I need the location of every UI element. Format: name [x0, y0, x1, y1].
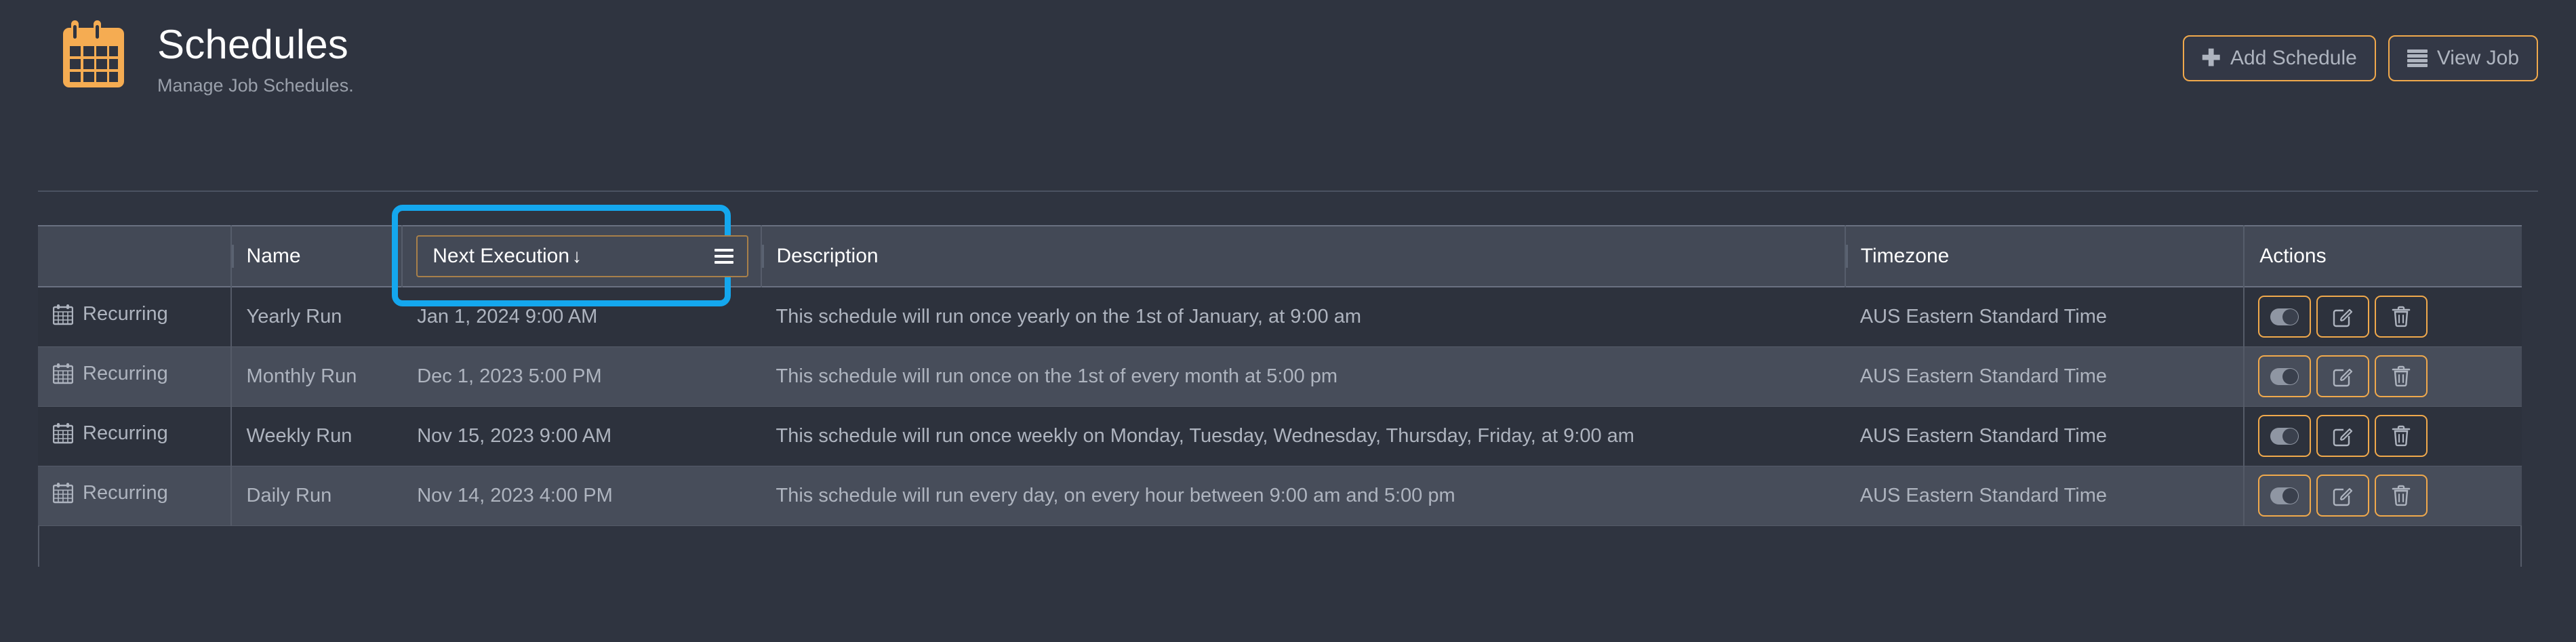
calendar-icon — [54, 19, 133, 98]
trash-icon — [2392, 485, 2411, 506]
schedules-table: Name Next Execution ↓ Description Timezo… — [38, 205, 2522, 526]
page-title: Schedules — [157, 22, 348, 67]
sort-descending-arrow-icon[interactable]: ↓ — [572, 245, 582, 267]
column-header-description[interactable]: Description — [761, 226, 1846, 287]
delete-schedule-button[interactable] — [2375, 296, 2428, 338]
calendar-icon — [53, 363, 73, 384]
column-header-timezone[interactable]: Timezone — [1845, 226, 2245, 287]
cell-name: Weekly Run — [246, 424, 353, 447]
next-execution-sort-control[interactable]: Next Execution ↓ — [416, 235, 748, 277]
cell-name: Yearly Run — [246, 305, 342, 327]
table-row[interactable]: Recurring Yearly Run Jan 1, 2024 9:00 AM… — [38, 287, 2522, 346]
page-subtitle: Manage Job Schedules. — [157, 75, 354, 96]
add-schedule-button[interactable]: ✚ Add Schedule — [2182, 35, 2376, 81]
cell-next-execution: Nov 15, 2023 9:00 AM — [417, 424, 612, 447]
column-header-name[interactable]: Name — [230, 226, 403, 287]
delete-schedule-button[interactable] — [2375, 355, 2428, 397]
edit-schedule-button[interactable] — [2316, 296, 2370, 338]
cell-name: Monthly Run — [246, 365, 357, 387]
toggle-switch-icon — [2270, 308, 2299, 325]
cell-type-label: Recurring — [83, 362, 168, 384]
toggle-switch-icon — [2270, 427, 2299, 445]
calendar-icon — [53, 304, 73, 325]
edit-schedule-button[interactable] — [2316, 355, 2370, 397]
cell-description: This schedule will run once on the 1st o… — [776, 365, 1338, 387]
hamburger-menu-icon[interactable] — [714, 249, 733, 264]
edit-pencil-icon — [2333, 368, 2353, 387]
edit-schedule-button[interactable] — [2316, 415, 2370, 457]
edit-pencil-icon — [2333, 428, 2353, 447]
cell-description: This schedule will run every day, on eve… — [776, 484, 1455, 506]
view-job-button[interactable]: View Job — [2388, 35, 2538, 81]
trash-icon — [2392, 306, 2411, 327]
column-separator — [1845, 245, 1848, 268]
column-separator — [761, 245, 764, 268]
toggle-enabled-button[interactable] — [2258, 296, 2312, 338]
cell-type-label: Recurring — [83, 422, 168, 444]
cell-type: Recurring — [38, 287, 232, 346]
title-block: Schedules Manage Job Schedules. — [38, 0, 354, 98]
delete-schedule-button[interactable] — [2375, 475, 2428, 517]
table-row[interactable]: Recurring Weekly Run Nov 15, 2023 9:00 A… — [38, 406, 2522, 466]
calendar-icon — [53, 422, 73, 444]
cell-actions — [2244, 406, 2522, 466]
schedules-table-container: Name Next Execution ↓ Description Timezo… — [38, 205, 2522, 567]
cell-type: Recurring — [38, 346, 232, 406]
table-header-row: Name Next Execution ↓ Description Timezo… — [38, 205, 2522, 306]
view-job-label: View Job — [2436, 47, 2519, 69]
column-header-timezone-label: Timezone — [1860, 245, 1950, 267]
table-footer — [38, 525, 2522, 567]
header-divider — [38, 190, 2538, 192]
cell-description: This schedule will run once weekly on Mo… — [776, 424, 1634, 447]
column-header-description-label: Description — [776, 245, 879, 267]
edit-pencil-icon — [2333, 487, 2353, 506]
toggle-enabled-button[interactable] — [2258, 415, 2312, 457]
column-header-actions-label: Actions — [2259, 245, 2327, 267]
cell-timezone: AUS Eastern Standard Time — [1845, 466, 2245, 525]
column-header-next-execution-label: Next Execution — [432, 245, 570, 267]
cell-type-label: Recurring — [83, 481, 168, 504]
cell-type-label: Recurring — [83, 303, 168, 325]
edit-pencil-icon — [2333, 309, 2353, 327]
toggle-switch-icon — [2270, 367, 2299, 385]
toggle-enabled-button[interactable] — [2258, 475, 2312, 517]
add-schedule-label: Add Schedule — [2230, 47, 2357, 69]
trash-icon — [2392, 365, 2411, 387]
page-header: Schedules Manage Job Schedules. ✚ Add Sc… — [0, 0, 2576, 163]
cell-timezone: AUS Eastern Standard Time — [1845, 406, 2245, 466]
toggle-enabled-button[interactable] — [2258, 355, 2312, 397]
cell-next-execution: Jan 1, 2024 9:00 AM — [417, 305, 598, 327]
column-header-name-label: Name — [246, 245, 301, 267]
cell-description: This schedule will run once yearly on th… — [776, 305, 1361, 327]
cell-actions — [2244, 287, 2522, 346]
table-row[interactable]: Recurring Daily Run Nov 14, 2023 4:00 PM… — [38, 466, 2522, 525]
trash-icon — [2392, 425, 2411, 447]
edit-schedule-button[interactable] — [2316, 475, 2370, 517]
cell-type: Recurring — [38, 466, 232, 525]
cell-next-execution: Dec 1, 2023 5:00 PM — [417, 365, 602, 387]
header-actions: ✚ Add Schedule View Job — [2182, 35, 2538, 81]
table-row[interactable]: Recurring Monthly Run Dec 1, 2023 5:00 P… — [38, 346, 2522, 406]
heading-text: Schedules Manage Job Schedules. — [157, 19, 354, 96]
toggle-switch-icon — [2270, 487, 2299, 504]
cell-type: Recurring — [38, 406, 232, 466]
cell-actions — [2244, 346, 2522, 406]
table-body: Recurring Yearly Run Jan 1, 2024 9:00 AM… — [38, 287, 2522, 525]
plus-icon: ✚ — [2201, 45, 2221, 71]
list-icon — [2407, 49, 2428, 67]
column-header-type[interactable] — [38, 226, 232, 287]
delete-schedule-button[interactable] — [2375, 415, 2428, 457]
cell-timezone: AUS Eastern Standard Time — [1845, 287, 2245, 346]
cell-timezone: AUS Eastern Standard Time — [1845, 346, 2245, 406]
table-header: Name Next Execution ↓ Description Timezo… — [38, 205, 2522, 306]
column-separator — [231, 245, 234, 268]
cell-name: Daily Run — [246, 484, 332, 506]
column-header-next-execution[interactable]: Next Execution ↓ — [392, 205, 762, 306]
cell-next-execution: Nov 14, 2023 4:00 PM — [417, 484, 613, 506]
column-header-actions: Actions — [2244, 226, 2522, 287]
cell-actions — [2244, 466, 2522, 525]
calendar-icon — [53, 482, 73, 504]
